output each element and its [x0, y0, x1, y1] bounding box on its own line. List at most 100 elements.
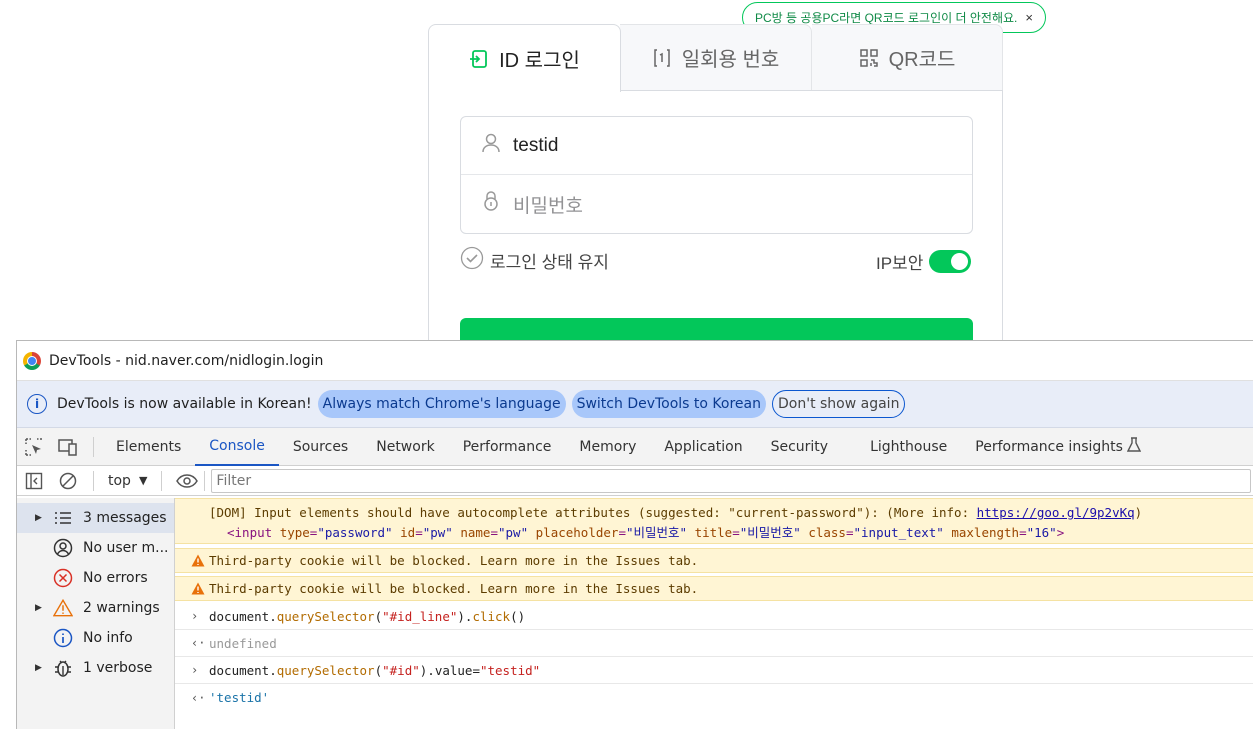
- console-output: [DOM] Input elements should have autocom…: [175, 498, 1253, 729]
- clear-console-icon[interactable]: [51, 462, 85, 500]
- login-inputs: testid 비밀번호: [460, 116, 973, 234]
- language-infobar: i DevTools is now available in Korean! A…: [17, 381, 1253, 428]
- tab-memory[interactable]: Memory: [565, 428, 650, 466]
- dom-attr-name: placeholder: [535, 525, 619, 540]
- devtools-tabbar: Elements Console Sources Network Perform…: [17, 428, 1253, 466]
- password-field[interactable]: 비밀번호: [461, 175, 972, 233]
- switch-to-korean-button[interactable]: Switch DevTools to Korean: [571, 390, 766, 418]
- keep-login-label: 로그인 상태 유지: [490, 253, 609, 272]
- dom-attr-name: title: [694, 525, 733, 540]
- dropdown-arrow-icon: ▼: [138, 474, 148, 487]
- dom-message-text: [DOM] Input elements should have autocom…: [209, 505, 977, 520]
- dom-attr-value: "pw": [422, 525, 453, 540]
- dom-attr-value: "비밀번호": [739, 525, 801, 540]
- code-string: "#id_line": [382, 608, 458, 624]
- tab-elements[interactable]: Elements: [102, 428, 195, 466]
- dom-attr-name: class: [808, 525, 846, 540]
- warning-icon: [191, 554, 205, 567]
- user-icon: [53, 538, 73, 558]
- sidebar-item-warnings[interactable]: ▶ 2 warnings: [17, 593, 174, 623]
- code-punct: (): [510, 608, 526, 624]
- tab-id-login[interactable]: ID 로그인: [428, 24, 621, 92]
- close-icon[interactable]: ×: [1025, 10, 1033, 25]
- input-prompt-icon: ›: [191, 663, 199, 677]
- error-icon: [53, 568, 73, 588]
- console-command: › document. querySelector("#id_line"). cli…: [175, 603, 1253, 630]
- qr-icon: [859, 48, 879, 68]
- console-command: › document. querySelector("#id").value= "…: [175, 657, 1253, 684]
- tab-performance[interactable]: Performance: [449, 428, 566, 466]
- code-function: querySelector: [276, 662, 375, 678]
- dom-attr-name: name: [460, 525, 491, 540]
- list-icon: [53, 508, 73, 528]
- expand-arrow-icon[interactable]: ▶: [35, 603, 42, 613]
- code-string: "testid": [479, 662, 541, 678]
- dom-attr-value: "input_text": [853, 525, 944, 540]
- info-icon: i: [27, 394, 47, 414]
- chrome-icon: [23, 351, 41, 370]
- dom-message-close: ): [1134, 505, 1143, 520]
- tab-id-login-label: ID 로그인: [499, 50, 580, 72]
- input-prompt-icon: ›: [191, 609, 199, 623]
- cookie-warning-message: Third-party cookie will be blocked. Lear…: [175, 576, 1253, 601]
- warning-text: Third-party cookie will be blocked. Lear…: [209, 581, 699, 596]
- code-object: document: [209, 608, 270, 624]
- tab-otp[interactable]: 일회용 번호: [620, 24, 812, 91]
- context-label: top: [108, 472, 131, 489]
- check-circle-icon: [460, 246, 484, 275]
- expand-arrow-icon[interactable]: ▶: [35, 663, 42, 673]
- info-icon: [53, 628, 73, 648]
- tab-performance-insights[interactable]: Performance insights: [961, 428, 1127, 466]
- warning-text: Third-party cookie will be blocked. Lear…: [209, 553, 699, 568]
- keep-login-checkbox[interactable]: 로그인 상태 유지: [460, 246, 609, 275]
- tab-network[interactable]: Network: [362, 428, 448, 466]
- code-function: querySelector: [276, 608, 375, 624]
- devtools-window: DevTools - nid.naver.com/nidlogin.login …: [16, 340, 1253, 729]
- code-string: "#id": [382, 662, 420, 678]
- dom-attr-value: "pw": [498, 525, 529, 540]
- tab-application[interactable]: Application: [650, 428, 756, 466]
- dom-tag-open: <input: [227, 525, 280, 540]
- tab-security[interactable]: Security: [757, 428, 843, 466]
- filter-input[interactable]: Filter: [211, 468, 1252, 493]
- sidebar-toggle-icon[interactable]: [17, 462, 51, 500]
- sidebar-item-label: No info: [83, 630, 133, 646]
- sidebar-item-errors[interactable]: No errors: [17, 563, 174, 593]
- ip-security: IP보안: [876, 249, 972, 274]
- infobar-message: DevTools is now available in Korean!: [57, 396, 312, 412]
- sidebar-item-messages[interactable]: ▶ 3 messages: [17, 503, 174, 533]
- expand-arrow-icon[interactable]: ▶: [35, 513, 42, 523]
- code-object: document: [209, 662, 270, 678]
- dont-show-again-button[interactable]: Don't show again: [772, 390, 906, 418]
- always-match-language-button[interactable]: Always match Chrome's language: [317, 390, 566, 418]
- otp-icon: [652, 48, 672, 68]
- device-toolbar-icon[interactable]: [51, 428, 85, 466]
- tab-sources[interactable]: Sources: [279, 428, 362, 466]
- cookie-warning-message: Third-party cookie will be blocked. Lear…: [175, 548, 1253, 573]
- dom-attr-value: "16": [1026, 525, 1057, 540]
- id-field[interactable]: testid: [461, 117, 972, 175]
- tab-lighthouse[interactable]: Lighthouse: [856, 428, 961, 466]
- dom-attr-name: id: [400, 525, 416, 540]
- sidebar-item-info[interactable]: No info: [17, 623, 174, 653]
- tab-console[interactable]: Console: [195, 428, 279, 466]
- result-value: undefined: [209, 635, 277, 651]
- login-card: ID 로그인 일회용 번호 QR코드 testid 비밀번호 로그인 상태 유지…: [428, 24, 1003, 378]
- console-body: ▶ 3 messages No user m... No errors ▶ 2 …: [17, 498, 1253, 729]
- more-info-link[interactable]: https://goo.gl/9p2vKq: [977, 505, 1135, 520]
- console-result: ‹· undefined: [175, 630, 1253, 657]
- tab-otp-label: 일회용 번호: [681, 49, 780, 71]
- tab-qr[interactable]: QR코드: [812, 24, 1003, 91]
- flask-icon: [1126, 436, 1142, 457]
- inspect-element-icon[interactable]: [17, 428, 51, 466]
- sidebar-item-label: 1 verbose: [83, 660, 153, 676]
- dom-attr-value: "비밀번호": [625, 525, 688, 540]
- user-icon: [481, 132, 501, 160]
- eye-icon[interactable]: [170, 462, 204, 500]
- dom-node-snippet[interactable]: <input type="password" id="pw" name="pw"…: [209, 523, 1253, 543]
- dom-attr-value: "password": [317, 525, 393, 540]
- context-selector[interactable]: top ▼: [102, 473, 153, 489]
- sidebar-item-verbose[interactable]: ▶ 1 verbose: [17, 653, 174, 683]
- ip-security-toggle[interactable]: [929, 250, 972, 273]
- sidebar-item-user-messages[interactable]: No user m...: [17, 533, 174, 563]
